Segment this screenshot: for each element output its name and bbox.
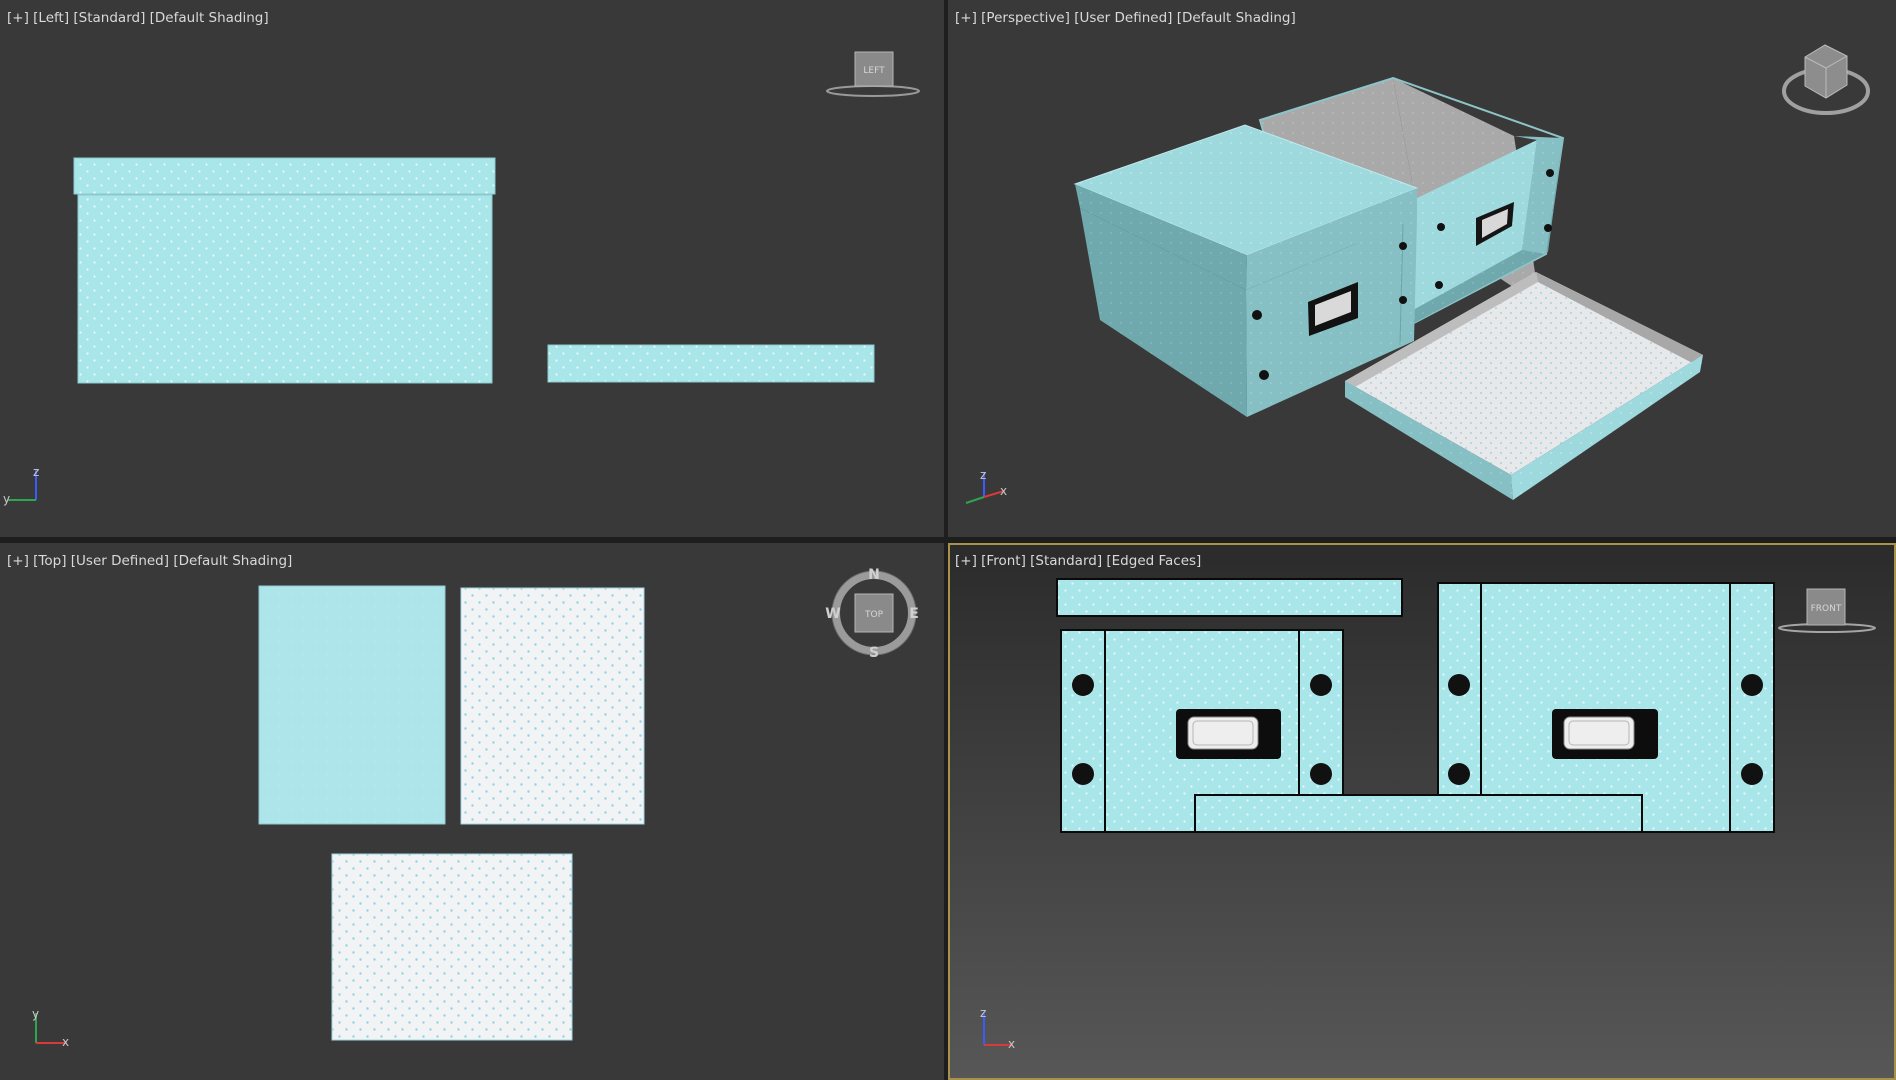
compass-west[interactable]: W xyxy=(825,606,840,622)
box-lid-side[interactable] xyxy=(73,157,496,195)
viewcube-perspective[interactable] xyxy=(1782,44,1870,115)
viewcube-face-label: FRONT xyxy=(1811,604,1842,614)
tray-top[interactable] xyxy=(331,853,573,1041)
axis-tripod: y x xyxy=(32,1007,69,1049)
viewport-top[interactable]: [+] [Top] [User Defined] [Default Shadin… xyxy=(0,543,944,1080)
svg-text:z: z xyxy=(980,468,986,482)
viewport-top-canvas: TOP N S E W y x xyxy=(32,567,919,1049)
viewcube-face-label: LEFT xyxy=(863,66,885,76)
compass-north[interactable]: N xyxy=(868,567,880,583)
compass-east[interactable]: E xyxy=(909,606,919,622)
svg-text:x: x xyxy=(62,1035,69,1049)
svg-text:x: x xyxy=(1000,484,1007,498)
svg-text:z: z xyxy=(33,465,39,479)
tray-side[interactable] xyxy=(547,344,875,383)
viewport-front[interactable]: [+] [Front] [Standard] [Edged Faces] FRO… xyxy=(948,543,1896,1080)
viewport-front-canvas: FRONT z x xyxy=(980,578,1876,1051)
viewport-perspective-canvas: z x xyxy=(965,44,1870,504)
viewcube-front[interactable]: FRONT xyxy=(1778,588,1876,633)
box-body-side[interactable] xyxy=(77,194,493,384)
svg-text:y: y xyxy=(3,492,10,506)
box-lid-top[interactable] xyxy=(258,585,446,825)
viewport-left[interactable]: [+] [Left] [Standard] [Default Shading] xyxy=(0,0,944,537)
viewcube-left[interactable]: LEFT xyxy=(826,51,920,97)
open-box-top[interactable] xyxy=(460,587,645,825)
axis-tripod: z y xyxy=(3,465,39,506)
viewport-grid: [+] [Left] [Standard] [Default Shading] xyxy=(0,0,1896,1080)
tray-front[interactable] xyxy=(1194,794,1643,833)
viewport-left-canvas: LEFT z y xyxy=(3,51,920,506)
viewcube-top-compass[interactable]: TOP N S E W xyxy=(825,567,919,661)
svg-text:z: z xyxy=(980,1006,986,1020)
compass-south[interactable]: S xyxy=(869,645,879,661)
viewport-perspective[interactable]: [+] [Perspective] [User Defined] [Defaul… xyxy=(948,0,1896,537)
axis-tripod: z x xyxy=(965,468,1007,504)
box-left-lid-front[interactable] xyxy=(1056,578,1403,617)
svg-text:x: x xyxy=(1008,1037,1015,1051)
svg-text:y: y xyxy=(32,1007,39,1021)
axis-tripod: z x xyxy=(980,1006,1015,1051)
viewcube-face-label: TOP xyxy=(864,610,884,620)
